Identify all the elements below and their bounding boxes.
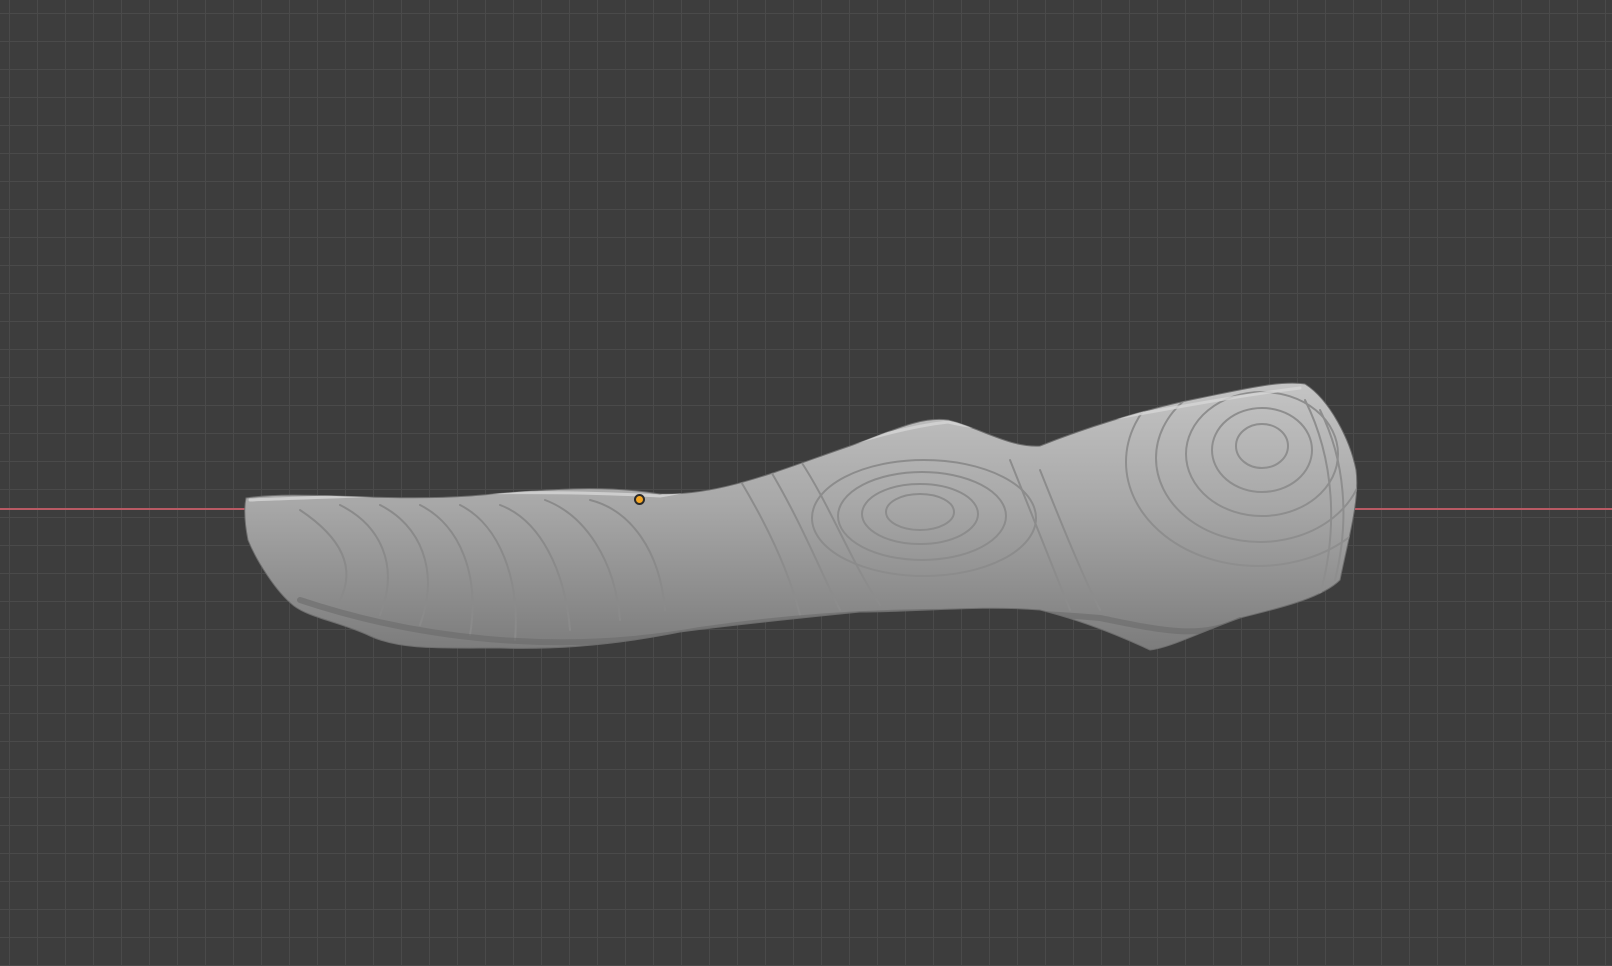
3d-viewport[interactable] — [0, 0, 1612, 966]
sculpted-mesh-object[interactable] — [0, 0, 1612, 966]
mesh-body — [244, 382, 1358, 651]
object-origin-point[interactable] — [634, 494, 645, 505]
